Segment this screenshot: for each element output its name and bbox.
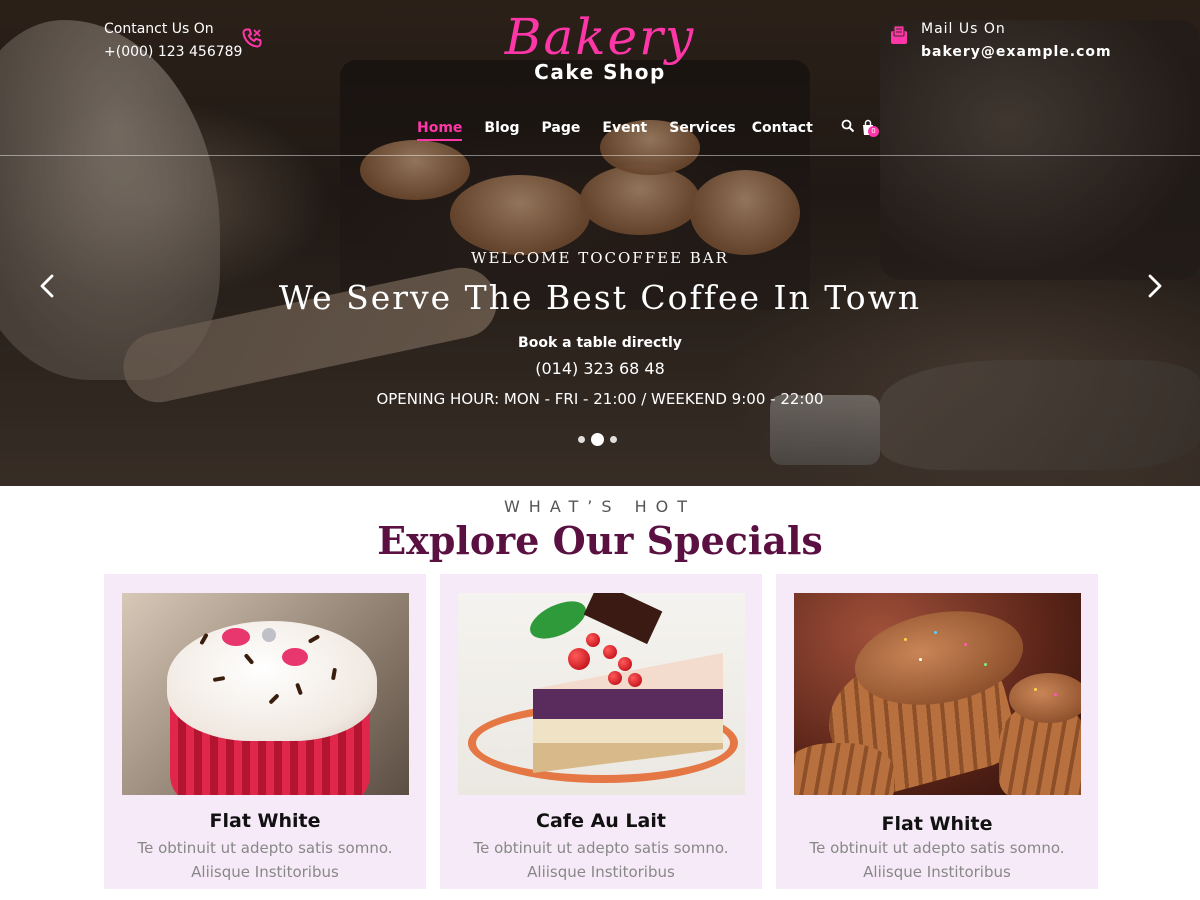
card-text-line2: Aliisque Institoribus — [191, 863, 339, 881]
muffin-image — [794, 593, 1081, 795]
mail-info: Mail Us On bakery@example.com — [921, 18, 1112, 64]
cupcake-image — [122, 593, 409, 795]
section-kicker: WHAT’S HOT — [503, 497, 697, 516]
nav-item-blog[interactable]: Blog — [484, 118, 519, 138]
chevron-left-icon[interactable] — [32, 270, 62, 302]
contact-label: Contanct Us On — [104, 21, 214, 37]
card-title[interactable]: Flat White — [104, 810, 426, 832]
nav-divider — [0, 155, 1200, 156]
nav-item-contact[interactable]: Contact — [752, 118, 813, 138]
section-title: Explore Our Specials — [377, 518, 823, 563]
slider-dot[interactable] — [578, 436, 585, 443]
mail-icon — [891, 25, 907, 44]
nav-item-page[interactable]: Page — [542, 118, 581, 138]
mail-address[interactable]: bakery@example.com — [921, 41, 1112, 64]
special-card[interactable]: Cafe Au Lait Te obtinuit ut adepto satis… — [440, 574, 762, 889]
slide-kicker: WELCOME TOCOFFEE BAR — [471, 249, 729, 267]
nav-item-home[interactable]: Home — [417, 118, 463, 141]
phone-icon[interactable] — [240, 26, 264, 50]
card-text-line2: Aliisque Institoribus — [863, 863, 1011, 881]
contact-phone[interactable]: +(000) 123 456789 — [104, 41, 242, 64]
card-text-line1: Te obtinuit ut adepto satis somno. — [809, 839, 1065, 857]
main-nav: Home Blog Page Event Services Contact — [417, 118, 835, 141]
slide-phone[interactable]: (014) 323 68 48 — [0, 359, 1200, 378]
special-card[interactable]: Flat White Te obtinuit ut adepto satis s… — [104, 574, 426, 889]
site-logo[interactable]: Bakery Cake Shop — [500, 6, 700, 96]
nav-item-services[interactable]: Services — [669, 118, 736, 138]
cart-count-badge: 0 — [868, 126, 879, 137]
slide-hours: OPENING HOUR: MON - FRI - 21:00 / WEEKEN… — [376, 390, 824, 408]
card-text-line1: Te obtinuit ut adepto satis somno. — [137, 839, 393, 857]
logo-script: Bakery — [504, 8, 696, 66]
slide-title: We Serve The Best Coffee In Town — [278, 278, 922, 317]
slider-pagination — [578, 433, 617, 446]
mail-label: Mail Us On — [921, 21, 1006, 37]
cake-slice-image — [458, 593, 745, 795]
special-card[interactable]: Flat White Te obtinuit ut adepto satis s… — [776, 574, 1098, 889]
contact-info: Contanct Us On +(000) 123 456789 — [104, 18, 242, 64]
card-title[interactable]: Flat White — [776, 813, 1098, 835]
slide-book-text: Book a table directly — [518, 335, 682, 351]
slider-dot[interactable] — [610, 436, 617, 443]
chevron-right-icon[interactable] — [1140, 270, 1170, 302]
slider-dot-active[interactable] — [591, 433, 604, 446]
hero-slider: Contanct Us On +(000) 123 456789 Bakery … — [0, 0, 1200, 486]
card-title[interactable]: Cafe Au Lait — [440, 810, 762, 832]
nav-item-event[interactable]: Event — [602, 118, 647, 138]
card-text-line2: Aliisque Institoribus — [527, 863, 675, 881]
search-icon[interactable] — [841, 119, 855, 133]
card-text-line1: Te obtinuit ut adepto satis somno. — [473, 839, 729, 857]
